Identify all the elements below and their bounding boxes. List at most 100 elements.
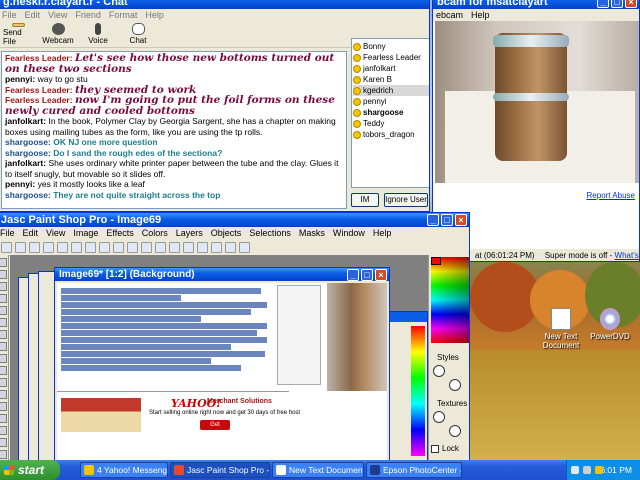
- image69-titlebar[interactable]: Image69* [1:2] (Background) _ □ ×: [55, 268, 389, 281]
- arrow-tool-icon[interactable]: [0, 258, 7, 267]
- crop-icon[interactable]: [127, 242, 138, 253]
- maximize-button[interactable]: □: [361, 269, 373, 281]
- undo-icon[interactable]: [99, 242, 110, 253]
- chat-log[interactable]: Fearless Leader: Let's see how those new…: [1, 51, 347, 209]
- report-abuse-link[interactable]: Report Abuse: [587, 191, 635, 200]
- user-list-item[interactable]: Bonny: [353, 41, 429, 52]
- selection-tool-icon[interactable]: [0, 318, 7, 327]
- menu-item[interactable]: Objects: [211, 227, 242, 240]
- grid-icon[interactable]: [197, 242, 208, 253]
- image-canvas[interactable]: YAHOO! Merchant Solutions Start selling …: [57, 283, 387, 461]
- menu-item[interactable]: Help: [373, 227, 392, 240]
- menu-item[interactable]: Format: [109, 9, 138, 22]
- magic-wand-icon[interactable]: [0, 342, 7, 351]
- cut-icon[interactable]: [57, 242, 68, 253]
- color-replacer-icon[interactable]: [0, 390, 7, 399]
- user-list-item[interactable]: pennyi: [353, 96, 429, 107]
- menu-item[interactable]: Window: [333, 227, 365, 240]
- texture-button[interactable]: [433, 411, 445, 423]
- user-list-item[interactable]: janfolkart: [353, 63, 429, 74]
- menu-item[interactable]: File: [0, 227, 15, 240]
- freehand-tool-icon[interactable]: [0, 330, 7, 339]
- style-button[interactable]: [433, 365, 445, 377]
- minimize-button[interactable]: _: [427, 214, 439, 226]
- user-list-item[interactable]: shargoose: [353, 107, 429, 118]
- user-list-item[interactable]: kgedrich: [353, 85, 429, 96]
- chat-button[interactable]: Chat: [123, 23, 153, 46]
- user-list-item[interactable]: Karen B: [353, 74, 429, 85]
- menu-item[interactable]: View: [48, 9, 67, 22]
- taskbar-item-new-text-document[interactable]: New Text Document - ...: [272, 462, 364, 478]
- menu-item[interactable]: Image: [73, 227, 98, 240]
- screen-capture-icon[interactable]: [169, 242, 180, 253]
- close-button[interactable]: ×: [375, 269, 387, 281]
- menu-item[interactable]: Effects: [106, 227, 133, 240]
- close-button[interactable]: ×: [625, 0, 637, 8]
- minimize-button[interactable]: _: [597, 0, 609, 8]
- taskbar-item-yahoo-messenger[interactable]: 4 Yahoo! Messenger: [80, 462, 168, 478]
- deform-tool-icon[interactable]: [0, 282, 7, 291]
- histogram-icon[interactable]: [225, 242, 236, 253]
- taskbar-item-paint-shop-pro[interactable]: Jasc Paint Shop Pro - ...: [170, 462, 270, 478]
- picture-tube-icon[interactable]: [0, 426, 7, 435]
- print-icon[interactable]: [43, 242, 54, 253]
- flood-fill-icon[interactable]: [0, 450, 7, 459]
- paste-icon[interactable]: [85, 242, 96, 253]
- dropper-tool-icon[interactable]: [0, 354, 7, 363]
- menu-item[interactable]: Edit: [25, 9, 41, 22]
- menu-item[interactable]: Masks: [299, 227, 325, 240]
- voice-button[interactable]: Voice: [83, 23, 113, 46]
- menu-item[interactable]: Friend: [75, 9, 101, 22]
- user-list-item[interactable]: tobors_dragon: [353, 129, 429, 140]
- im-button[interactable]: IM: [351, 193, 379, 207]
- save-icon[interactable]: [29, 242, 40, 253]
- foreground-color-swatch[interactable]: [431, 257, 441, 265]
- menu-item[interactable]: Colors: [142, 227, 168, 240]
- chat-titlebar[interactable]: g.neski.r.clayart.r - Chat: [0, 0, 429, 9]
- browse-icon[interactable]: [141, 242, 152, 253]
- get-started-button[interactable]: Get Started: [200, 420, 230, 438]
- lock-checkbox[interactable]: [431, 445, 439, 453]
- airbrush-icon[interactable]: [0, 438, 7, 447]
- move-tool-icon[interactable]: [0, 306, 7, 315]
- close-button[interactable]: ×: [455, 214, 467, 226]
- clock[interactable]: 6:01 PM: [600, 465, 632, 475]
- network-icon[interactable]: [571, 466, 579, 474]
- menu-item[interactable]: Selections: [249, 227, 291, 240]
- paintbrush-tool-icon[interactable]: [0, 366, 7, 375]
- send-file-button[interactable]: Send File: [3, 23, 33, 46]
- retouch-tool-icon[interactable]: [0, 402, 7, 411]
- texture-button[interactable]: [449, 425, 461, 437]
- webcam-titlebar[interactable]: bcam for msatclayart _ □ ×: [433, 0, 639, 9]
- start-button[interactable]: start: [0, 460, 60, 480]
- volume-icon[interactable]: [583, 466, 591, 474]
- redo-icon[interactable]: [113, 242, 124, 253]
- crop-tool-icon[interactable]: [0, 294, 7, 303]
- desktop-icon-powerdvd[interactable]: PowerDVD: [582, 308, 638, 341]
- copy-icon[interactable]: [71, 242, 82, 253]
- taskbar-item-epson-photocenter[interactable]: Epson PhotoCenter - ...: [366, 462, 462, 478]
- maximize-button[interactable]: □: [611, 0, 623, 8]
- desktop-icon-new-text-document[interactable]: New Text Document: [533, 308, 589, 350]
- user-list-item[interactable]: Fearless Leader: [353, 52, 429, 63]
- color-picker-spectrum[interactable]: [431, 257, 469, 343]
- eraser-tool-icon[interactable]: [0, 414, 7, 423]
- menu-item[interactable]: File: [2, 9, 17, 22]
- new-icon[interactable]: [1, 242, 12, 253]
- layer-icon[interactable]: [211, 242, 222, 253]
- open-icon[interactable]: [15, 242, 26, 253]
- menu-item[interactable]: Help: [145, 9, 164, 22]
- menu-item[interactable]: Edit: [23, 227, 39, 240]
- minimize-button[interactable]: _: [347, 269, 359, 281]
- zoom-tool-icon[interactable]: [0, 270, 7, 279]
- menu-item[interactable]: Layers: [176, 227, 203, 240]
- webcam-button[interactable]: Webcam: [42, 23, 74, 46]
- overview-icon[interactable]: [239, 242, 250, 253]
- yahoo-ad-banner[interactable]: YAHOO! Merchant Solutions Start selling …: [57, 391, 300, 438]
- ignore-user-button[interactable]: Ignore User: [384, 193, 428, 207]
- zoom-icon[interactable]: [183, 242, 194, 253]
- user-list-item[interactable]: Teddy: [353, 118, 429, 129]
- psp-titlebar[interactable]: Jasc Paint Shop Pro - Image69 _ □ ×: [0, 213, 469, 227]
- style-button[interactable]: [449, 379, 461, 391]
- clone-brush-icon[interactable]: [0, 378, 7, 387]
